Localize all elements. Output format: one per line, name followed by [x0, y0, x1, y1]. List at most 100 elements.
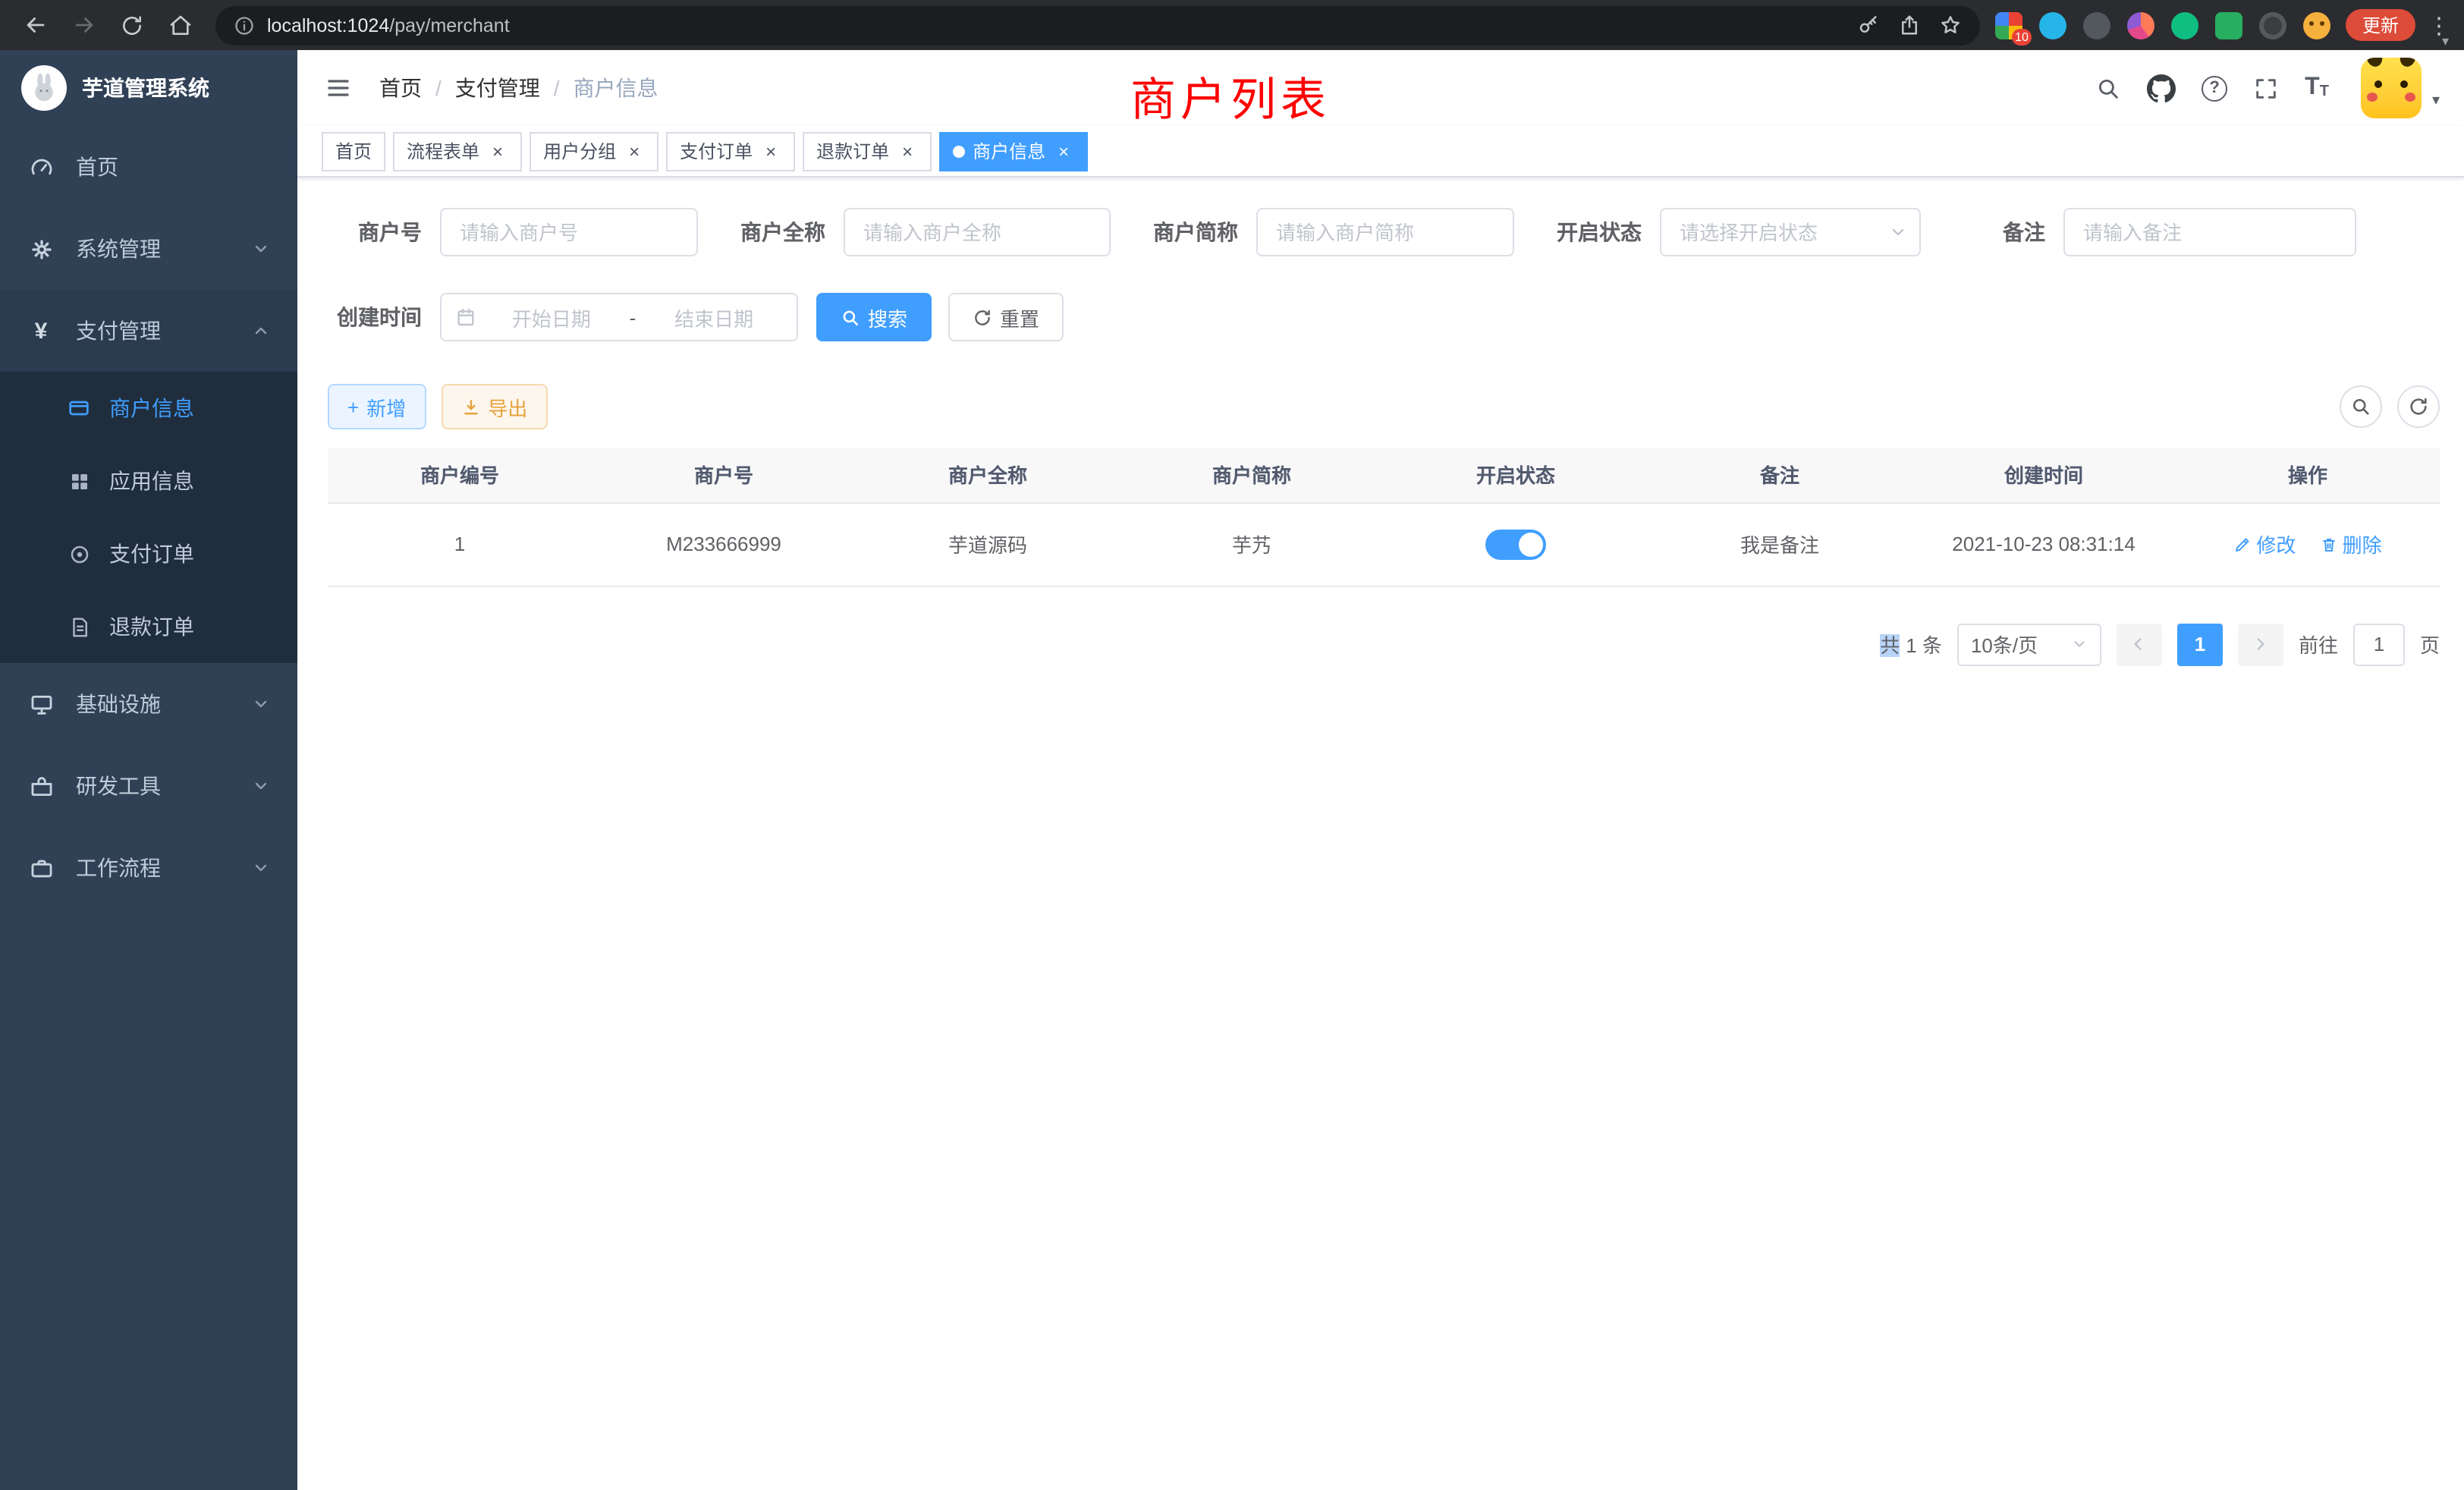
- col-remark: 备注: [1648, 448, 1912, 502]
- browser-update-button[interactable]: 更新: [2346, 9, 2415, 41]
- sidebar-toggle-icon[interactable]: [322, 71, 355, 105]
- status-toggle[interactable]: [1485, 529, 1546, 559]
- site-info-icon[interactable]: [234, 14, 255, 36]
- cell-status: [1384, 502, 1648, 586]
- extension-icon[interactable]: [2303, 11, 2330, 39]
- page-annotation: 商户列表: [1130, 62, 1331, 129]
- app-title: 芋道管理系统: [82, 73, 209, 103]
- extension-icon[interactable]: 10: [1995, 11, 2022, 39]
- extension-icon[interactable]: [2083, 11, 2110, 39]
- close-icon[interactable]: ×: [624, 140, 645, 162]
- page-unit-label: 页: [2420, 630, 2440, 659]
- logo-rabbit-icon: [21, 65, 67, 111]
- tab-flow-form[interactable]: 流程表单×: [393, 131, 522, 171]
- help-icon[interactable]: ?: [2202, 75, 2227, 101]
- extension-icon[interactable]: [2171, 11, 2198, 39]
- breadcrumb-merchant: 商户信息: [574, 73, 658, 103]
- chevron-down-icon: [252, 859, 270, 877]
- extension-icon[interactable]: [2259, 11, 2286, 39]
- chevron-up-icon: [252, 322, 270, 340]
- col-create-time: 创建时间: [1912, 448, 2176, 502]
- status-select[interactable]: [1660, 208, 1921, 256]
- extensions-area: 10: [1995, 11, 2330, 39]
- full-name-input[interactable]: [844, 208, 1111, 256]
- github-icon[interactable]: [2147, 74, 2176, 102]
- close-icon[interactable]: ×: [760, 140, 781, 162]
- page-size-select[interactable]: 10条/页: [1957, 623, 2101, 665]
- extension-icon[interactable]: [2039, 11, 2066, 39]
- close-icon[interactable]: ×: [1053, 140, 1074, 162]
- col-merchant-id: 商户编号: [328, 448, 592, 502]
- document-icon: [67, 615, 91, 638]
- sidebar-item-infrastructure[interactable]: 基础设施: [0, 663, 297, 745]
- share-icon[interactable]: [1898, 14, 1921, 36]
- avatar-detail: [2405, 93, 2415, 102]
- browser-back-button[interactable]: [15, 5, 55, 45]
- sidebar-item-home[interactable]: 首页: [0, 126, 297, 208]
- browser-forward-button[interactable]: [64, 5, 103, 45]
- breadcrumb: 首页 / 支付管理 / 商户信息: [379, 73, 658, 103]
- sidebar-item-refund-order[interactable]: 退款订单: [0, 590, 297, 663]
- reset-button[interactable]: 重置: [948, 293, 1064, 341]
- extension-icon[interactable]: [2215, 11, 2242, 39]
- search-icon[interactable]: [2095, 75, 2121, 101]
- cell-full-name: 芋道源码: [856, 502, 1120, 586]
- tab-user-group[interactable]: 用户分组×: [530, 131, 658, 171]
- browser-home-button[interactable]: [161, 5, 200, 45]
- fullscreen-icon[interactable]: [2253, 75, 2279, 101]
- tab-merchant-info[interactable]: 商户信息×: [939, 131, 1088, 171]
- browser-reload-button[interactable]: [112, 5, 152, 45]
- merchant-no-input[interactable]: [440, 208, 698, 256]
- sidebar-item-workflow[interactable]: 工作流程: [0, 827, 297, 909]
- avatar[interactable]: [2361, 58, 2422, 118]
- yen-icon: ¥: [27, 318, 55, 344]
- close-icon[interactable]: ×: [487, 140, 508, 162]
- tab-refund-order[interactable]: 退款订单×: [803, 131, 932, 171]
- sidebar-item-merchant-info[interactable]: 商户信息: [0, 372, 297, 445]
- circle-dot-icon: [67, 542, 91, 565]
- remark-input[interactable]: [2063, 208, 2356, 256]
- sidebar-item-system[interactable]: 系统管理: [0, 208, 297, 290]
- sidebar-item-pay-order[interactable]: 支付订单: [0, 517, 297, 590]
- page-number-button[interactable]: 1: [2177, 623, 2223, 665]
- close-icon[interactable]: ×: [897, 140, 918, 162]
- goto-page-input[interactable]: [2353, 623, 2405, 665]
- address-bar[interactable]: localhost:1024/pay/merchant: [215, 5, 1980, 45]
- sidebar-item-payment[interactable]: ¥ 支付管理: [0, 290, 297, 372]
- filter-label-short-name: 商户简称: [1153, 217, 1238, 247]
- tab-home[interactable]: 首页: [322, 131, 385, 171]
- tags-view-bar: 首页 流程表单× 用户分组× 支付订单× 退款订单× 商户信息×: [297, 126, 2464, 178]
- edit-link[interactable]: 修改: [2233, 530, 2296, 558]
- avatar-detail: [2398, 58, 2418, 69]
- sidebar-logo[interactable]: 芋道管理系统: [0, 50, 297, 126]
- gear-icon: [27, 236, 55, 262]
- bookmark-star-icon[interactable]: [1939, 14, 1962, 36]
- sidebar-item-dev-tools[interactable]: 研发工具: [0, 745, 297, 827]
- active-dot: [953, 145, 965, 157]
- short-name-input[interactable]: [1256, 208, 1514, 256]
- breadcrumb-home[interactable]: 首页: [379, 73, 422, 103]
- add-button[interactable]: + 新增: [328, 384, 426, 429]
- browser-caret-icon[interactable]: ▾: [2442, 35, 2449, 49]
- plus-icon: +: [347, 395, 359, 418]
- tab-pay-order[interactable]: 支付订单×: [666, 131, 795, 171]
- extension-icon[interactable]: [2127, 11, 2154, 39]
- user-menu[interactable]: ▾: [2361, 58, 2440, 118]
- prev-page-button[interactable]: [2117, 623, 2162, 665]
- delete-link[interactable]: 删除: [2320, 530, 2382, 558]
- sidebar-item-app-info[interactable]: 应用信息: [0, 445, 297, 517]
- dashboard-icon: [27, 154, 55, 180]
- password-key-icon[interactable]: [1857, 14, 1880, 36]
- date-end-placeholder: 结束日期: [645, 303, 783, 332]
- date-start-placeholder: 开始日期: [482, 303, 621, 332]
- breadcrumb-payment[interactable]: 支付管理: [455, 73, 540, 103]
- font-size-icon[interactable]: TT: [2305, 76, 2329, 100]
- export-button[interactable]: 导出: [441, 384, 547, 429]
- col-full-name: 商户全称: [856, 448, 1120, 502]
- next-page-button[interactable]: [2238, 623, 2283, 665]
- date-range-picker[interactable]: 开始日期 - 结束日期: [440, 293, 798, 341]
- chevron-down-icon: [252, 240, 270, 258]
- search-button[interactable]: 搜索: [816, 293, 932, 341]
- toggle-search-button[interactable]: [2340, 385, 2382, 428]
- refresh-button[interactable]: [2397, 385, 2440, 428]
